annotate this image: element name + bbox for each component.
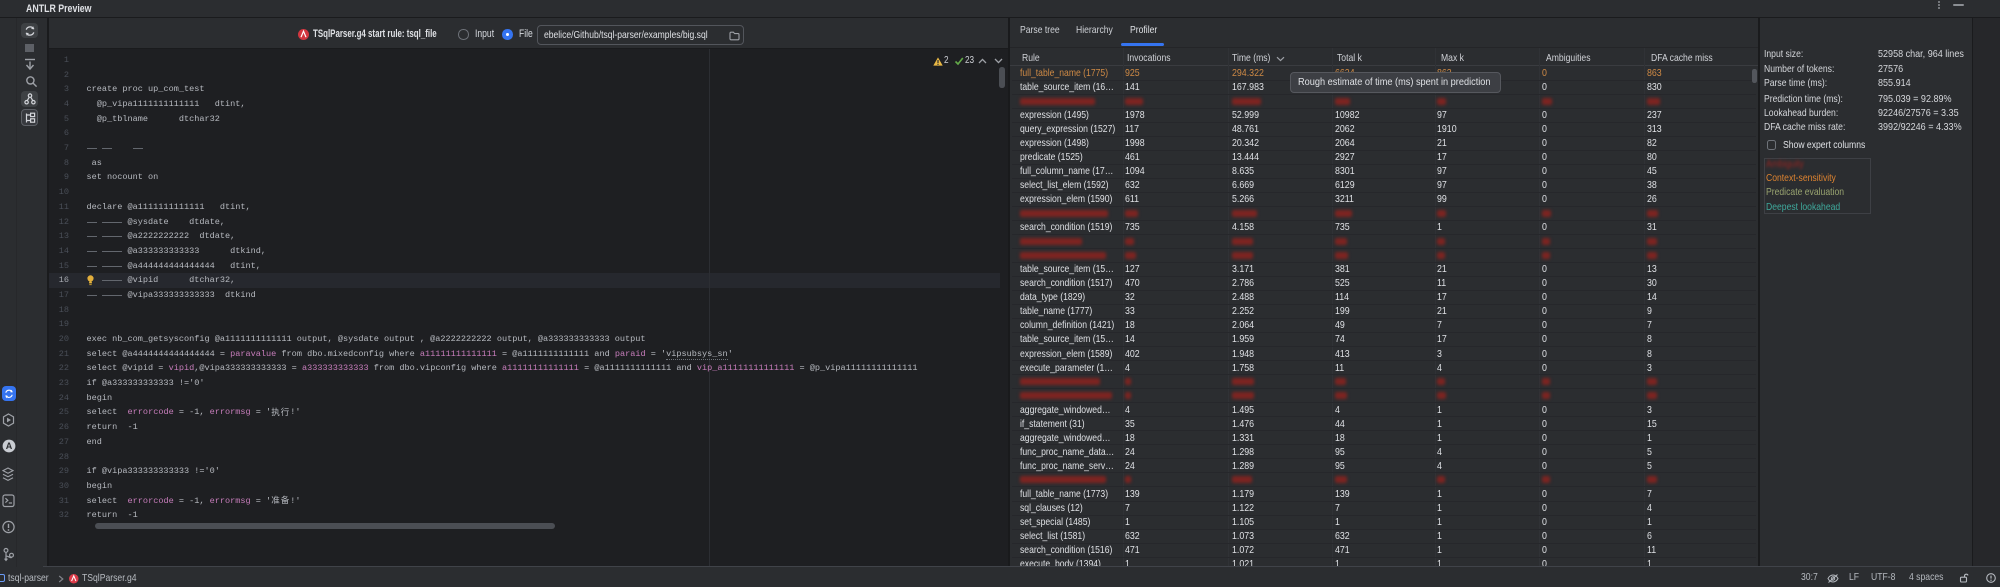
svg-text:A: A [6,441,13,451]
